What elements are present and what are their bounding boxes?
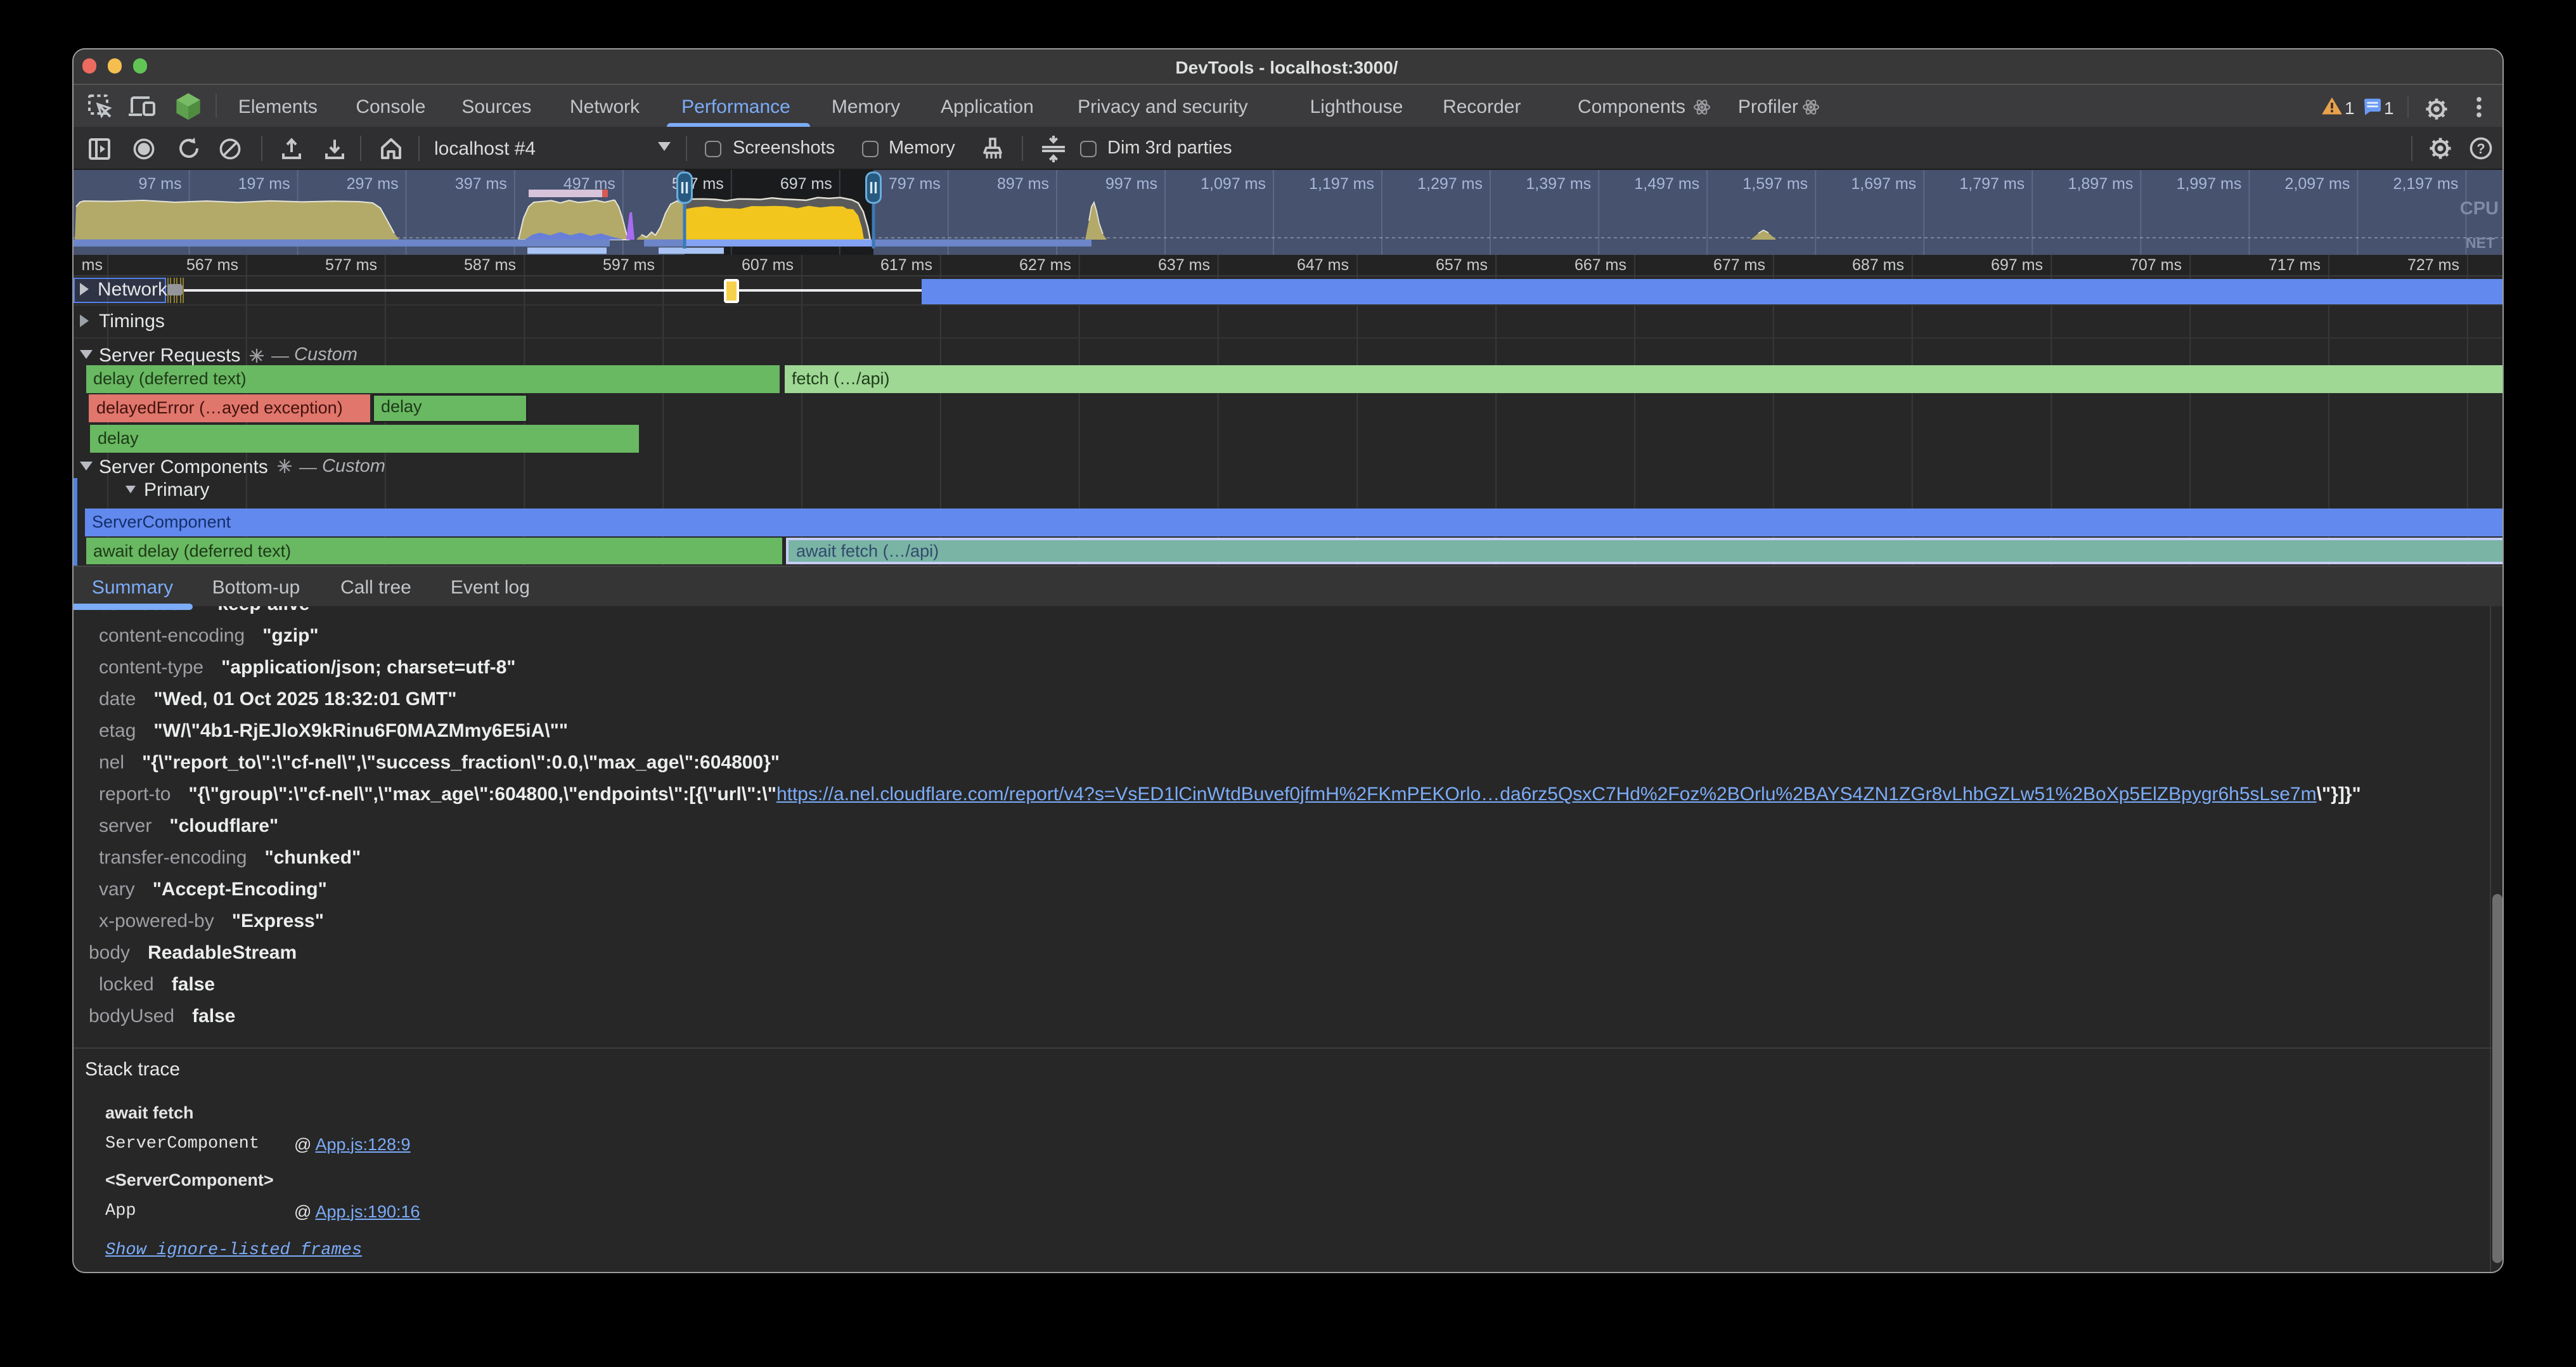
svg-text:NET: NET bbox=[2466, 235, 2495, 251]
svg-text:697 ms: 697 ms bbox=[780, 175, 832, 193]
svg-text:2,097 ms: 2,097 ms bbox=[2285, 175, 2350, 193]
svg-text:797 ms: 797 ms bbox=[889, 175, 941, 193]
svg-text:1,597 ms: 1,597 ms bbox=[1742, 175, 1808, 193]
svg-text:297 ms: 297 ms bbox=[347, 175, 399, 193]
svg-text:1,797 ms: 1,797 ms bbox=[1959, 175, 2025, 193]
svg-text:1,497 ms: 1,497 ms bbox=[1634, 175, 1699, 193]
svg-text:197 ms: 197 ms bbox=[238, 175, 290, 193]
svg-text:897 ms: 897 ms bbox=[997, 175, 1049, 193]
svg-text:1,897 ms: 1,897 ms bbox=[2068, 175, 2134, 193]
svg-text:CPU: CPU bbox=[2460, 198, 2499, 219]
svg-text:397 ms: 397 ms bbox=[455, 175, 507, 193]
svg-text:1,997 ms: 1,997 ms bbox=[2177, 175, 2242, 193]
svg-text:2,197 ms: 2,197 ms bbox=[2393, 175, 2459, 193]
svg-text:1,297 ms: 1,297 ms bbox=[1417, 175, 1483, 193]
svg-text:1,097 ms: 1,097 ms bbox=[1201, 175, 1266, 193]
svg-text:1,397 ms: 1,397 ms bbox=[1526, 175, 1591, 193]
svg-text:97 ms: 97 ms bbox=[139, 175, 182, 193]
svg-text:1,697 ms: 1,697 ms bbox=[1851, 175, 1916, 193]
svg-text:1,197 ms: 1,197 ms bbox=[1309, 175, 1374, 193]
svg-text:?: ? bbox=[2476, 140, 2485, 156]
svg-text:997 ms: 997 ms bbox=[1105, 175, 1157, 193]
